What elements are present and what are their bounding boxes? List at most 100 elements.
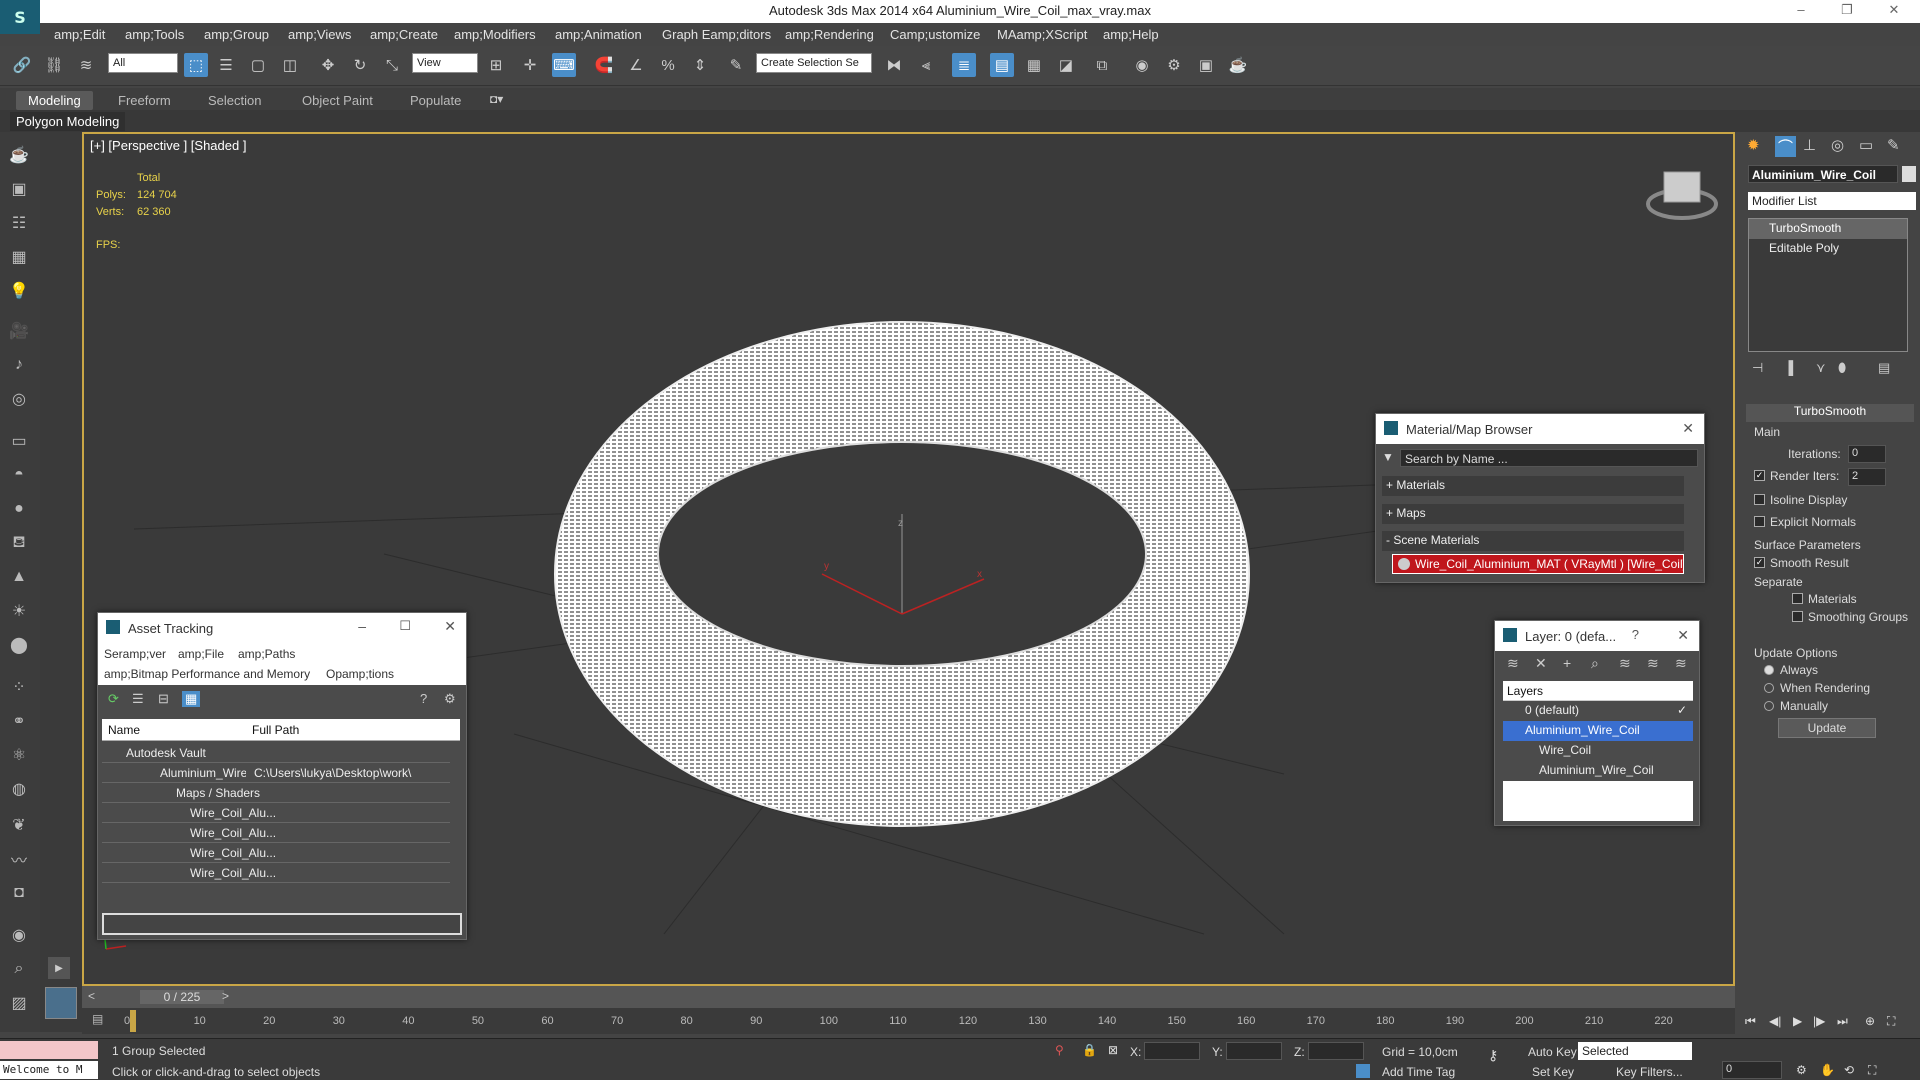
mirror-icon[interactable]: ⧓ [882, 53, 906, 77]
separate-materials-checkbox[interactable] [1792, 593, 1803, 604]
remove-modifier-icon[interactable]: ⬮ [1838, 360, 1846, 376]
sphere-icon[interactable]: ● [6, 496, 32, 522]
menu-maxscript[interactable]: MAamp;XScript [997, 27, 1087, 42]
ribbon-options-icon[interactable]: ◘▾ [490, 92, 503, 106]
make-unique-icon[interactable]: ⋎ [1816, 360, 1826, 376]
hierarchy-tab-icon[interactable]: ⊥ [1803, 136, 1816, 154]
ball-icon[interactable]: ⬤ [6, 632, 32, 658]
cloth-icon[interactable]: ◘ [6, 880, 32, 906]
list-icon[interactable]: ☷ [6, 210, 32, 236]
freeze-all-icon[interactable]: ≋ [1675, 655, 1687, 672]
help-icon[interactable]: ? [420, 691, 427, 706]
time-tag-icon[interactable] [1356, 1064, 1370, 1078]
angle-snap-icon[interactable]: ∠ [624, 53, 648, 77]
asset-tracking-titlebar[interactable]: Asset Tracking – ☐ ✕ [98, 613, 466, 643]
menu-group[interactable]: amp;Group [204, 27, 269, 42]
asset-path-input[interactable] [102, 913, 462, 935]
lock-selection-icon[interactable]: 🔒 [1082, 1043, 1097, 1057]
active-check-icon[interactable]: ✓ [1677, 703, 1687, 717]
orbit-icon[interactable]: ⟲ [1844, 1063, 1854, 1077]
go-to-start-icon[interactable]: ⏮ [1745, 1014, 1756, 1029]
material-browser-titlebar[interactable]: Material/Map Browser ✕ [1376, 414, 1704, 444]
help-icon[interactable]: ? [1632, 627, 1639, 642]
highlight-layer-icon[interactable]: ≋ [1619, 655, 1631, 672]
table-view-icon[interactable]: ▦ [182, 691, 201, 707]
delete-layer-icon[interactable]: ✕ [1535, 655, 1547, 672]
close-button[interactable]: ✕ [1880, 2, 1908, 20]
grid-icon[interactable]: ▦ [6, 244, 32, 270]
table-row[interactable]: Maps / Shaders [102, 783, 450, 803]
curve-editor-icon[interactable]: ◪ [1054, 53, 1078, 77]
teapot-icon[interactable]: ☕ [6, 142, 32, 168]
maxscript-listener-input[interactable] [0, 1041, 98, 1059]
rotate-icon[interactable]: ↻ [348, 53, 372, 77]
smooth-result-checkbox[interactable]: ✓ [1754, 557, 1765, 568]
x-coordinate-field[interactable] [1144, 1042, 1200, 1060]
globe-icon[interactable]: ◍ [6, 776, 32, 802]
scale-icon[interactable]: ⤡ [380, 53, 404, 77]
iterations-spinner[interactable]: 0 [1848, 445, 1886, 463]
add-to-layer-icon[interactable]: + [1563, 655, 1571, 671]
turbosmooth-rollout-header[interactable]: TurboSmooth [1746, 404, 1914, 422]
next-frame-icon[interactable]: > [222, 989, 229, 1003]
select-manipulate-icon[interactable]: ✛ [518, 53, 542, 77]
layer-window-titlebar[interactable]: Layer: 0 (defa... ? ✕ [1495, 621, 1699, 651]
spinner-snap-icon[interactable]: ⇕ [688, 53, 712, 77]
utilities-tab-icon[interactable]: ✎ [1887, 136, 1900, 154]
table-row[interactable]: Autodesk Vault [102, 743, 450, 763]
expand-arrow-icon[interactable]: ▶ [48, 957, 70, 979]
named-selection-dropdown[interactable]: Create Selection Se [756, 53, 872, 73]
section-maps[interactable]: + Maps [1382, 504, 1684, 524]
update-manually-radio[interactable] [1764, 701, 1774, 711]
layer-row-wire-coil[interactable]: Wire_Coil [1503, 741, 1693, 761]
render-iters-checkbox[interactable]: ✓ [1754, 470, 1765, 481]
material-search-input[interactable]: Search by Name ... [1400, 449, 1698, 467]
table-row[interactable]: Wire_Coil_Alu... [102, 863, 450, 883]
render-frame-icon[interactable]: ▣ [1194, 53, 1218, 77]
menu-options[interactable]: Opamp;tions [326, 667, 394, 681]
bind-space-warp-icon[interactable]: ≋ [74, 53, 98, 77]
configure-sets-icon[interactable]: ▤ [1878, 360, 1890, 376]
light-icon[interactable]: 💡 [6, 278, 32, 304]
tab-object-paint[interactable]: Object Paint [290, 91, 385, 110]
new-layer-icon[interactable]: ≋ [1507, 655, 1519, 672]
bones-icon[interactable]: ⚭ [6, 708, 32, 734]
zoom-extents-icon[interactable]: ⊕ [1865, 1014, 1875, 1028]
layer-row-default[interactable]: 0 (default) ✓ [1503, 701, 1693, 721]
show-end-result-icon[interactable]: ▐ [1784, 360, 1793, 375]
section-materials[interactable]: + Materials [1382, 476, 1684, 496]
key-mode-dropdown[interactable]: Selected [1578, 1042, 1692, 1060]
table-row[interactable]: Aluminium_Wire_C... C:\Users\lukya\Deskto… [102, 763, 450, 783]
tab-selection[interactable]: Selection [196, 91, 273, 110]
sphere-shaded-icon[interactable]: ◉ [6, 922, 32, 948]
menu-create[interactable]: amp;Create [370, 27, 438, 42]
percent-snap-icon[interactable]: % [656, 53, 680, 77]
display-tab-icon[interactable]: ▭ [1859, 136, 1873, 154]
menu-customize[interactable]: Camp;ustomize [890, 27, 980, 42]
box-icon[interactable]: ▭ [6, 428, 32, 454]
rectangle-selection-icon[interactable]: ▢ [246, 53, 270, 77]
render-iters-spinner[interactable]: 2 [1848, 468, 1886, 486]
selection-filter-dropdown[interactable]: All [108, 53, 178, 73]
zoom-icon[interactable]: ⌕ [6, 956, 32, 982]
smoothing-groups-checkbox[interactable] [1792, 611, 1803, 622]
menu-edit[interactable]: amp;Edit [54, 27, 105, 42]
maxscript-listener-output[interactable]: Welcome to M [0, 1061, 98, 1079]
layer-row-aluminium[interactable]: Aluminium_Wire_Coil [1503, 721, 1693, 741]
update-always-radio[interactable] [1764, 665, 1774, 675]
menu-file[interactable]: amp;File [178, 647, 224, 661]
menu-rendering[interactable]: amp;Rendering [785, 27, 874, 42]
modifier-list-dropdown[interactable]: Modifier List [1748, 192, 1916, 210]
snaps-toggle-icon[interactable]: 🧲 [592, 53, 616, 77]
menu-server[interactable]: Seramp;ver [104, 647, 166, 661]
pin-stack-icon[interactable]: ⊣ [1752, 360, 1763, 376]
reference-coord-dropdown[interactable]: View [412, 53, 478, 73]
search-icon[interactable]: ▼ [1382, 450, 1394, 464]
close-icon[interactable]: ✕ [444, 618, 456, 635]
object-color-swatch[interactable] [1902, 166, 1916, 182]
y-coordinate-field[interactable] [1226, 1042, 1282, 1060]
minimize-button[interactable]: – [1787, 2, 1815, 20]
menu-modifiers[interactable]: amp;Modifiers [454, 27, 536, 42]
motion-tab-icon[interactable]: ◎ [1831, 136, 1844, 154]
close-icon[interactable]: ✕ [1682, 420, 1694, 437]
